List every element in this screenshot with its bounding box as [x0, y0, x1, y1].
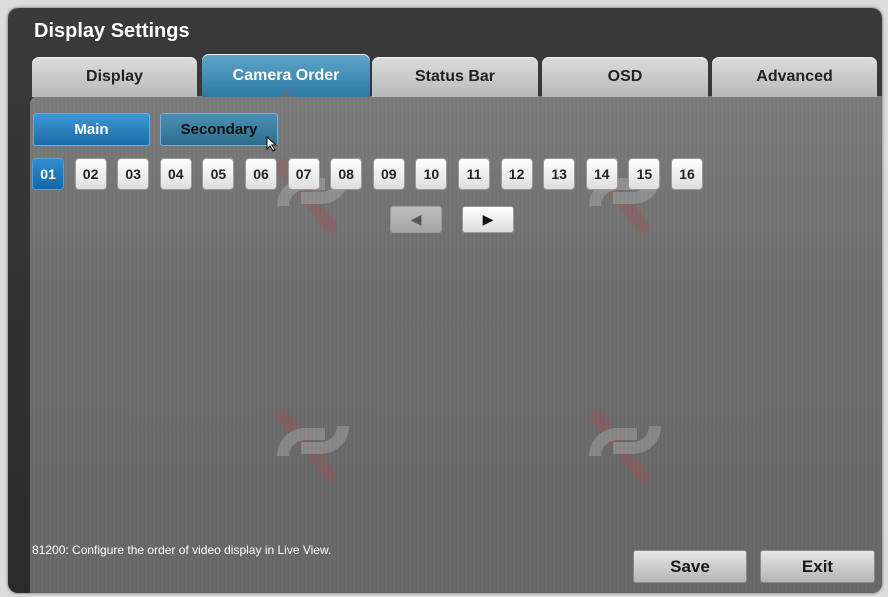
camera-slot-14[interactable]: 14 — [585, 158, 618, 190]
watermark-logo — [276, 408, 349, 483]
tab-osd[interactable]: OSD — [542, 57, 708, 97]
next-page-button[interactable]: ▶ — [462, 206, 514, 233]
camera-slot-08[interactable]: 08 — [330, 158, 363, 190]
save-button[interactable]: Save — [633, 550, 747, 583]
camera-slot-02[interactable]: 02 — [74, 158, 107, 190]
camera-slot-07[interactable]: 07 — [287, 158, 320, 190]
camera-slot-04[interactable]: 04 — [159, 158, 192, 190]
tab-display[interactable]: Display — [32, 57, 197, 97]
camera-slot-12[interactable]: 12 — [500, 158, 533, 190]
triangle-right-icon: ▶ — [482, 211, 494, 227]
camera-slot-05[interactable]: 05 — [202, 158, 235, 190]
tab-advanced[interactable]: Advanced — [712, 57, 877, 97]
camera-slot-09[interactable]: 09 — [372, 158, 405, 190]
main-mode-button[interactable]: Main — [33, 113, 150, 146]
tab-camera-order[interactable]: Camera Order — [202, 54, 370, 97]
camera-slot-10[interactable]: 10 — [415, 158, 448, 190]
tab-status-bar[interactable]: Status Bar — [372, 57, 538, 97]
secondary-mode-button[interactable]: Secondary — [160, 113, 278, 146]
camera-slot-13[interactable]: 13 — [543, 158, 576, 190]
camera-slot-11[interactable]: 11 — [458, 158, 490, 190]
tab-content-panel — [30, 96, 882, 593]
status-message: 81200: Configure the order of video disp… — [32, 543, 332, 557]
watermark-logo — [588, 408, 661, 483]
exit-button[interactable]: Exit — [760, 550, 875, 583]
camera-slot-03[interactable]: 03 — [117, 158, 150, 190]
camera-slot-01[interactable]: 01 — [32, 158, 64, 190]
camera-slot-06[interactable]: 06 — [245, 158, 277, 190]
window-title: Display Settings — [34, 20, 190, 42]
triangle-left-icon: ◀ — [410, 211, 422, 227]
camera-slot-15[interactable]: 15 — [628, 158, 661, 190]
mouse-pointer-icon — [266, 136, 278, 152]
prev-page-button[interactable]: ◀ — [390, 206, 442, 233]
camera-slot-16[interactable]: 16 — [671, 158, 703, 190]
